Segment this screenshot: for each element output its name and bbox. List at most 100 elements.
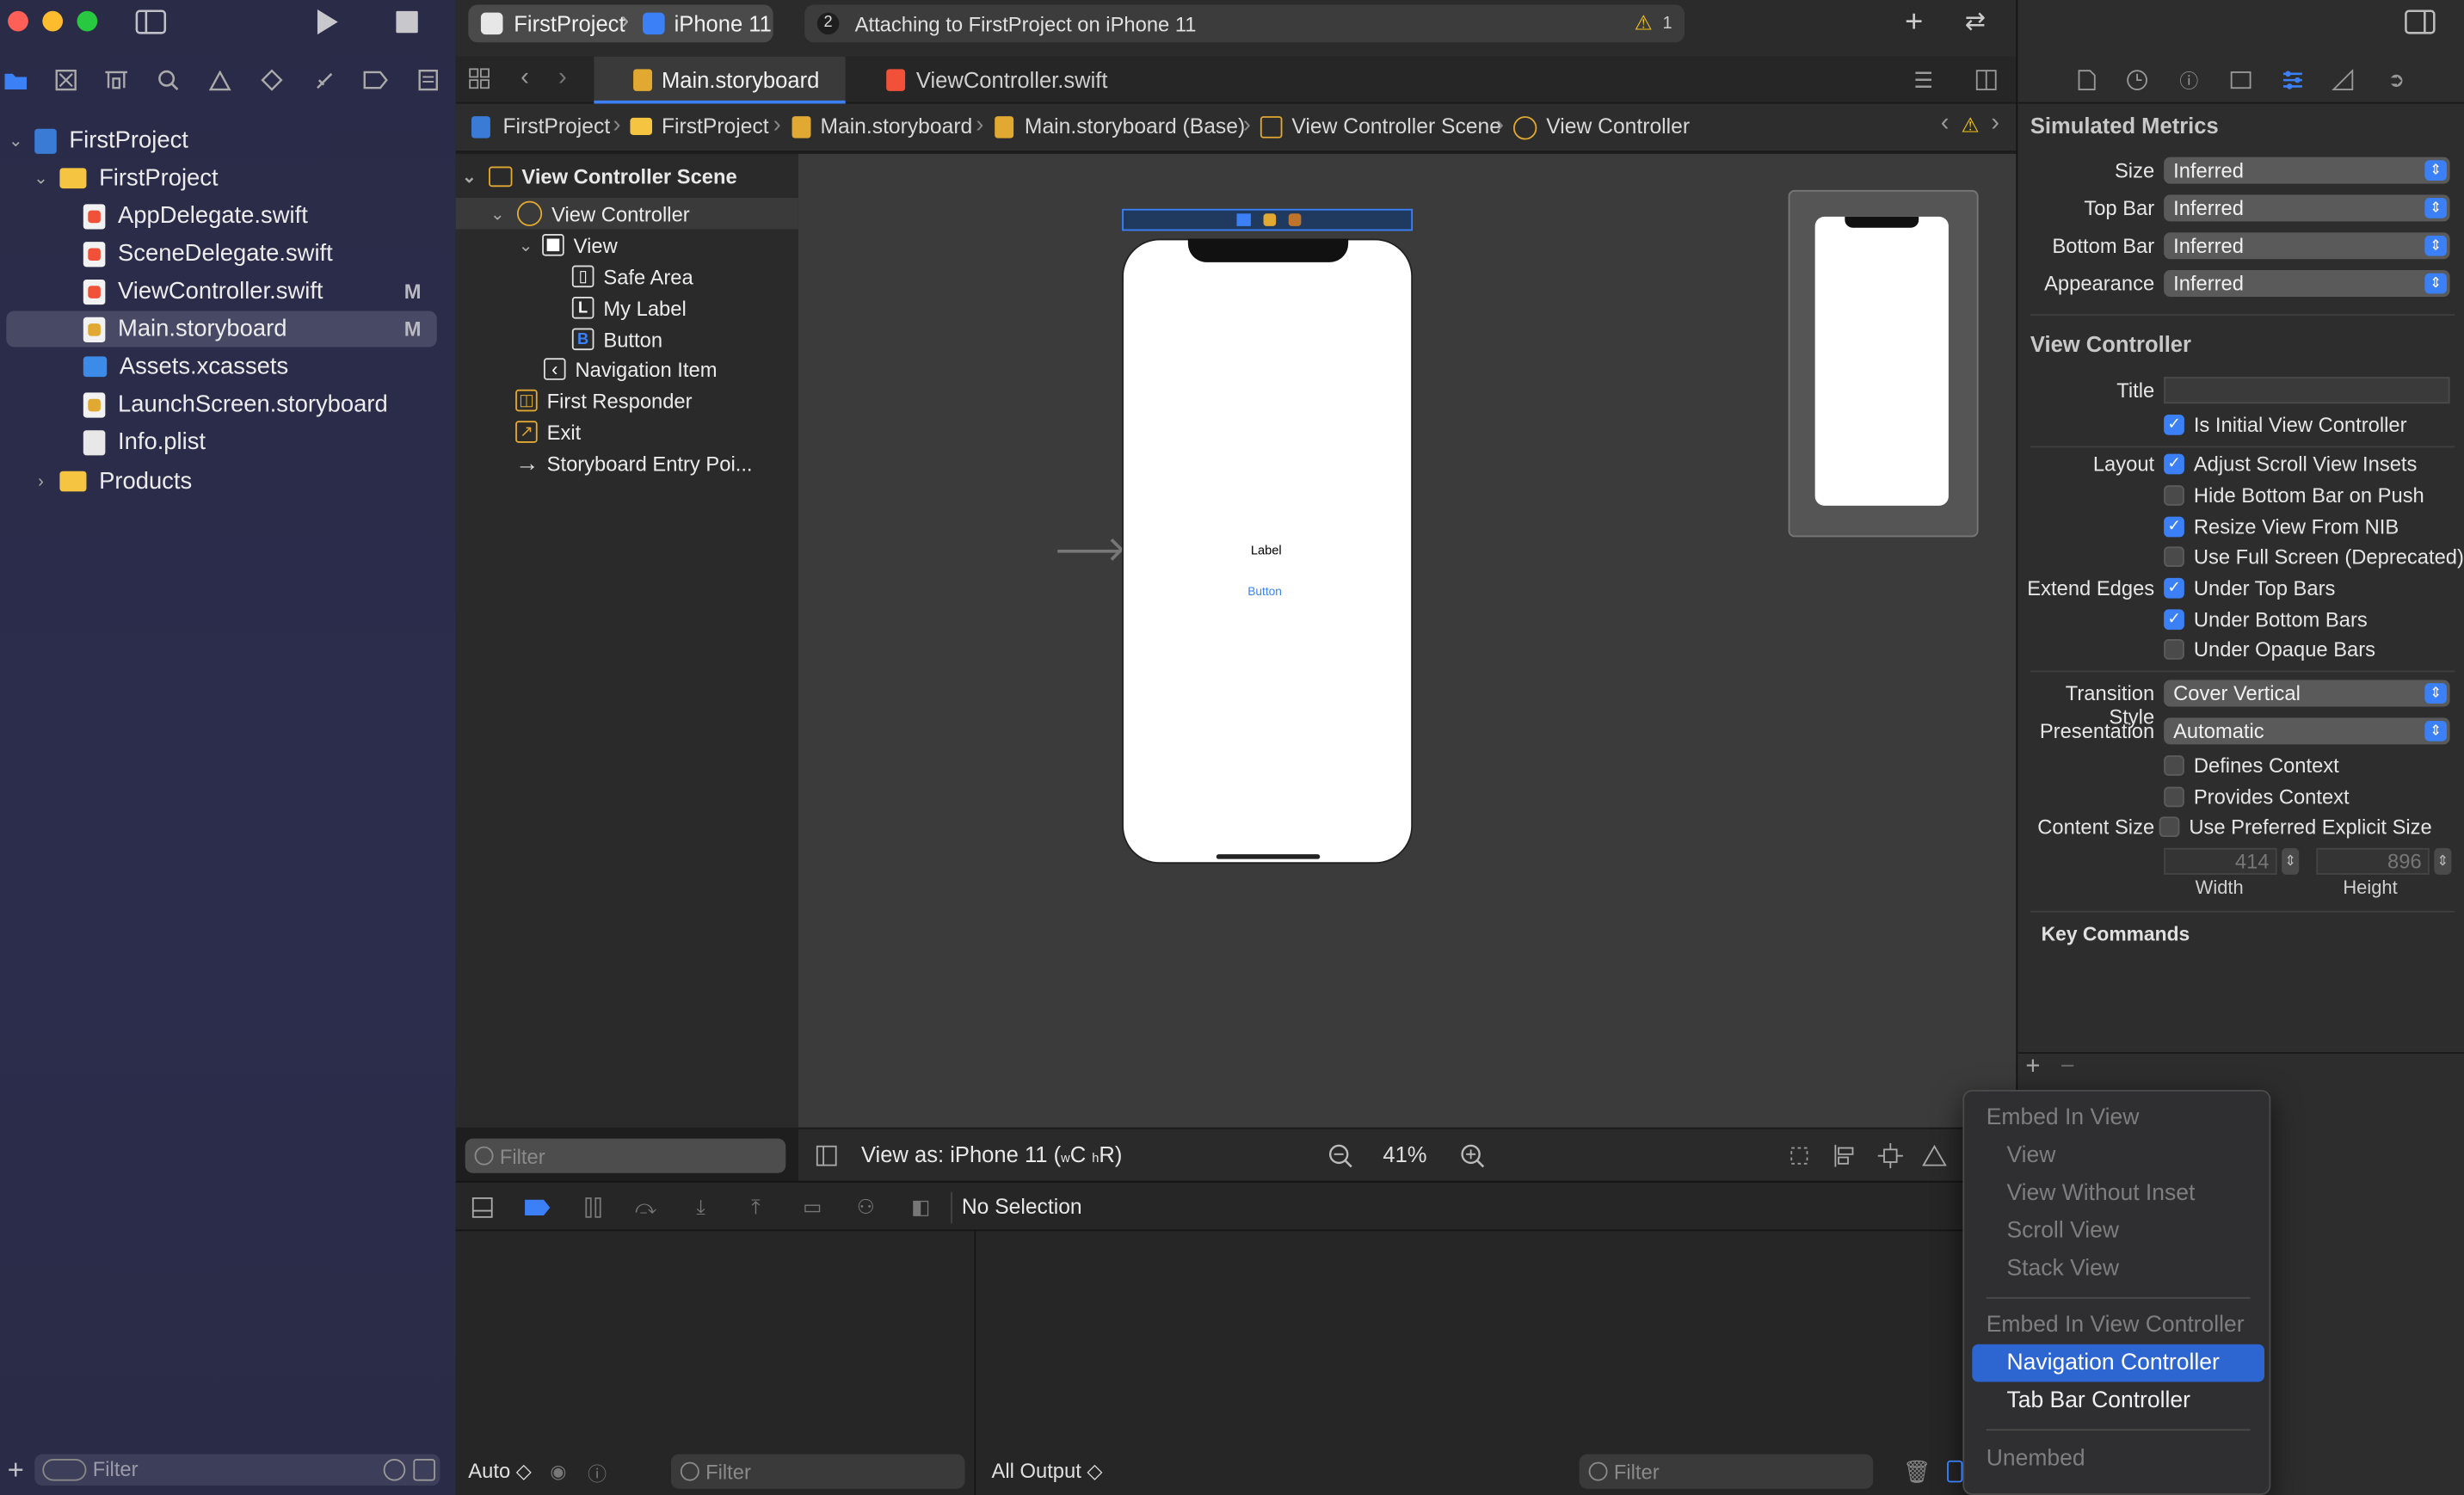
zoom-level[interactable]: 41% xyxy=(1383,1141,1426,1166)
step-out-icon[interactable]: ⤒ xyxy=(743,1195,768,1220)
pause-icon[interactable] xyxy=(582,1195,607,1220)
scheme-name[interactable]: FirstProject xyxy=(514,11,625,36)
test-icon[interactable] xyxy=(258,66,286,95)
console-filter-field[interactable]: Filter xyxy=(1579,1454,1874,1489)
stop-button[interactable] xyxy=(393,8,422,36)
related-items-icon[interactable] xyxy=(466,66,491,91)
transition-style-popup[interactable]: Cover Vertical ⇕ xyxy=(2164,680,2450,707)
chevron-down-icon[interactable]: ⌄ xyxy=(519,235,541,255)
outline-row-exit[interactable]: ↗ Exit xyxy=(456,416,798,448)
memory-graph-icon[interactable]: ⚇ xyxy=(853,1195,878,1220)
issue-icon[interactable] xyxy=(206,66,234,95)
recent-files-icon[interactable] xyxy=(383,1459,406,1481)
width-stepper[interactable]: ⇕ xyxy=(2282,847,2300,875)
under-bottom-bars-checkbox[interactable]: ✓ Under Bottom Bars xyxy=(2164,608,2368,631)
view-as-label[interactable]: View as: iPhone 11 (wC hR) xyxy=(861,1141,1122,1166)
presentation-popup[interactable]: Automatic ⇕ xyxy=(2164,717,2450,745)
hide-debug-area-icon[interactable] xyxy=(470,1195,495,1220)
tab-main-storyboard[interactable]: Main.storyboard xyxy=(594,56,846,104)
breadcrumb-item[interactable]: Main.storyboard (Base) xyxy=(1025,114,1245,138)
chevron-right-icon[interactable]: › xyxy=(30,472,52,491)
title-field[interactable] xyxy=(2164,377,2450,404)
scene-dock[interactable] xyxy=(1122,208,1414,231)
defines-context-checkbox[interactable]: Defines Context xyxy=(2164,754,2339,778)
outline-row-safe-area[interactable]: ▯ Safe Area xyxy=(456,261,798,292)
size-popup[interactable]: Inferred ⇕ xyxy=(2164,157,2450,184)
run-button[interactable] xyxy=(311,6,343,38)
back-icon[interactable]: ‹ xyxy=(514,65,536,91)
appearance-popup[interactable]: Inferred ⇕ xyxy=(2164,270,2450,298)
width-field[interactable]: 414 xyxy=(2164,847,2277,875)
outline-row-scene[interactable]: ⌄ View Controller Scene xyxy=(456,160,798,192)
forward-icon[interactable]: › xyxy=(551,65,574,91)
folder-icon[interactable] xyxy=(2,66,30,95)
zoom-window-button[interactable] xyxy=(77,10,98,32)
warning-icon[interactable]: ⚠ xyxy=(1635,11,1653,36)
tree-row-file[interactable]: ViewController.swift M xyxy=(0,274,456,310)
adjust-scroll-checkbox[interactable]: ✓ Adjust Scroll View Insets xyxy=(2164,452,2417,476)
tab-viewcontroller-swift[interactable]: ViewController.swift xyxy=(846,57,1129,104)
add-icon[interactable]: + xyxy=(3,1454,28,1486)
info-icon[interactable]: ⓘ xyxy=(588,1461,607,1487)
breakpoint-icon[interactable] xyxy=(361,66,390,95)
tree-row-group[interactable]: ⌄ FirstProject xyxy=(0,160,456,196)
connections-inspector-icon[interactable]: ➲ xyxy=(2384,68,2409,93)
outline-row-first-responder[interactable]: ◫ First Responder xyxy=(456,385,798,416)
tree-row-file[interactable]: LaunchScreen.storyboard xyxy=(0,386,456,422)
tree-row-file[interactable]: AppDelegate.swift xyxy=(0,198,456,234)
breadcrumb-item[interactable]: FirstProject xyxy=(502,114,610,138)
outline-toggle-icon[interactable] xyxy=(814,1143,839,1168)
outline-row-label[interactable]: L My Label xyxy=(456,292,798,324)
chevron-down-icon[interactable]: ⌄ xyxy=(462,166,484,186)
add-icon[interactable]: + xyxy=(2025,1054,2040,1082)
outline-filter-field[interactable]: Filter xyxy=(465,1138,786,1173)
chevron-down-icon[interactable]: ⌄ xyxy=(4,131,27,151)
tree-row-project[interactable]: ⌄ FirstProject xyxy=(0,122,456,158)
navigator-filter-field[interactable]: Filter xyxy=(34,1454,440,1486)
console-output-popup[interactable]: All Output ◇ xyxy=(992,1459,1103,1484)
breakpoints-toggle-icon[interactable] xyxy=(523,1195,551,1220)
scm-filter-icon[interactable] xyxy=(413,1459,435,1481)
minimize-window-button[interactable] xyxy=(42,10,64,32)
zoom-in-icon[interactable] xyxy=(1458,1141,1487,1170)
code-review-icon[interactable]: ⇄ xyxy=(1956,6,1994,38)
tree-row-products[interactable]: › Products xyxy=(0,464,456,500)
hide-bottom-bar-checkbox[interactable]: Hide Bottom Bar on Push xyxy=(2164,483,2424,508)
add-constraints-icon[interactable] xyxy=(1876,1141,1905,1170)
console-view[interactable]: All Output ◇ Filter 🗑 xyxy=(976,1231,2017,1495)
editor-options-icon[interactable]: ☰ xyxy=(1907,67,1939,93)
top-bar-popup[interactable]: Inferred ⇕ xyxy=(2164,194,2450,222)
height-field[interactable]: 896 xyxy=(2316,847,2430,875)
outline-row-nav-item[interactable]: ‹ Navigation Item xyxy=(456,354,798,385)
attributes-inspector-icon[interactable] xyxy=(2280,68,2305,93)
split-editor-icon[interactable] xyxy=(1972,68,2000,93)
debug-icon[interactable] xyxy=(310,66,338,95)
update-frames-icon[interactable] xyxy=(1785,1141,1814,1170)
warning-icon[interactable]: ⚠ xyxy=(1962,113,1980,138)
is-initial-checkbox[interactable]: ✓ Is Initial View Controller xyxy=(2164,413,2407,437)
height-stepper[interactable]: ⇕ xyxy=(2434,847,2452,875)
previous-issue-icon[interactable]: ‹ xyxy=(1941,110,1950,138)
bottom-bar-popup[interactable]: Inferred ⇕ xyxy=(2164,232,2450,260)
history-inspector-icon[interactable] xyxy=(2124,68,2149,93)
variables-filter-field[interactable]: Filter xyxy=(670,1454,965,1489)
embed-in-icon[interactable] xyxy=(1947,1460,1963,1483)
remove-icon[interactable]: − xyxy=(2061,1054,2075,1082)
breadcrumb-item[interactable]: FirstProject xyxy=(662,114,769,138)
preferred-size-checkbox[interactable]: Use Preferred Explicit Size xyxy=(2159,815,2432,839)
resolve-issues-icon[interactable] xyxy=(1920,1141,1949,1170)
view-controller-icon[interactable] xyxy=(1236,213,1251,226)
breadcrumb-item[interactable]: View Controller xyxy=(1546,114,1690,138)
tree-row-file-selected[interactable]: Main.storyboard M xyxy=(6,311,437,348)
next-issue-icon[interactable]: › xyxy=(1991,110,1999,138)
chevron-down-icon[interactable]: ⌄ xyxy=(490,203,513,224)
tree-row-file[interactable]: Info.plist xyxy=(0,424,456,460)
canvas-button[interactable]: Button xyxy=(1247,584,1282,598)
close-window-button[interactable] xyxy=(8,10,28,32)
canvas-label[interactable]: Label xyxy=(1251,544,1282,557)
device-name[interactable]: iPhone 11 xyxy=(675,11,772,36)
resize-nib-checkbox[interactable]: ✓ Resize View From NIB xyxy=(2164,515,2399,538)
identity-inspector-icon[interactable] xyxy=(2228,68,2253,93)
environment-overrides-icon[interactable]: ◧ xyxy=(909,1195,933,1220)
trash-icon[interactable]: 🗑 xyxy=(1903,1459,1931,1486)
